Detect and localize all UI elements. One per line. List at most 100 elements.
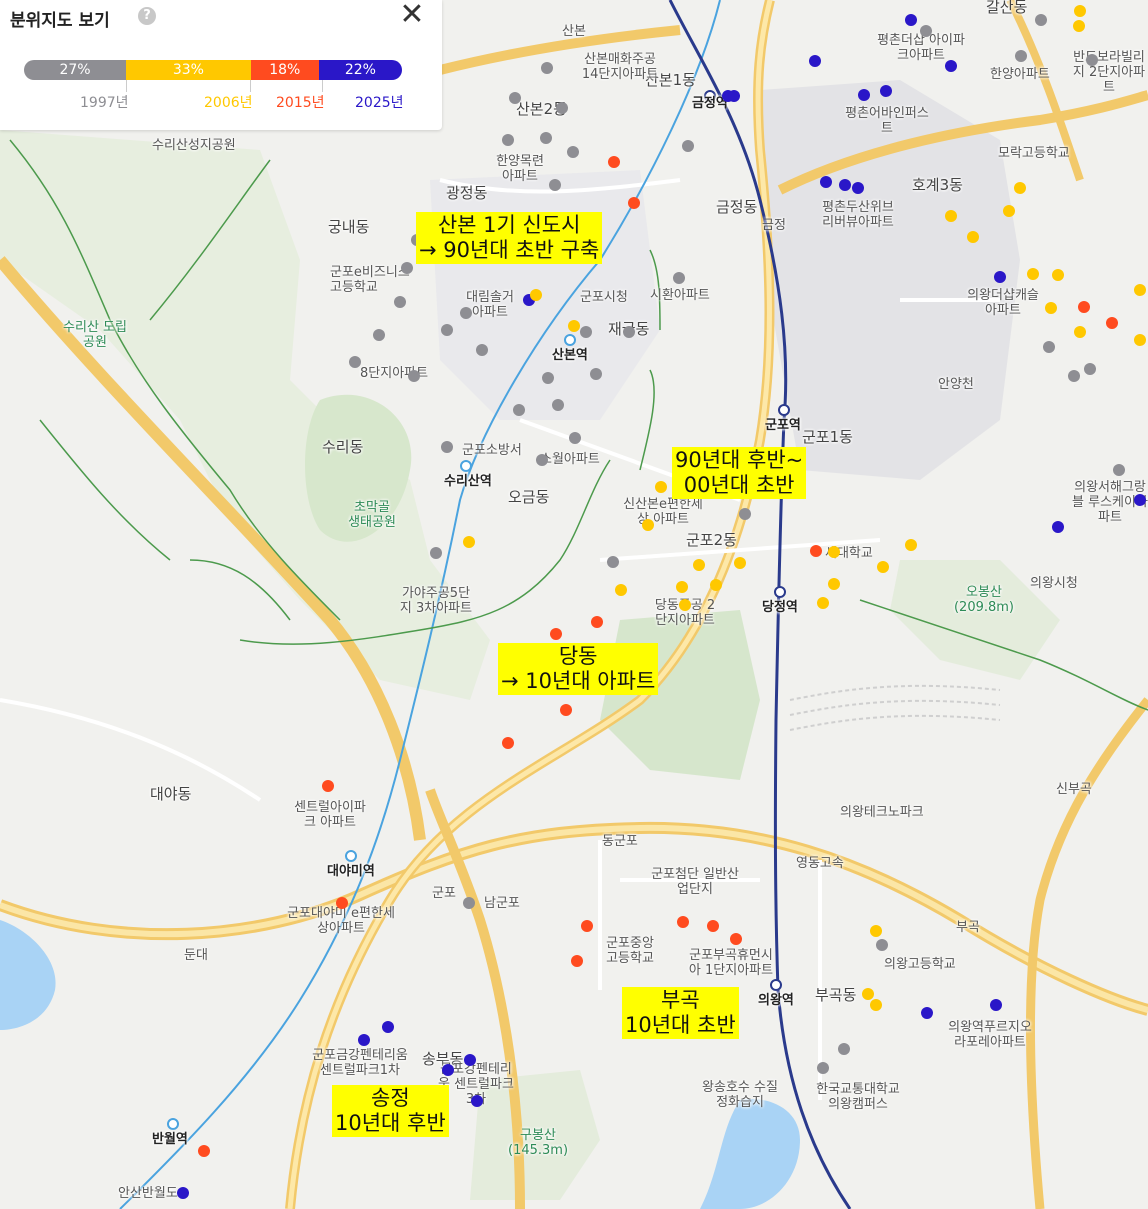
apartment-dot-gray[interactable] — [430, 547, 442, 559]
apartment-dot-yellow[interactable] — [676, 581, 688, 593]
apartment-dot-red[interactable] — [550, 628, 562, 640]
apartment-dot-yellow[interactable] — [870, 925, 882, 937]
apartment-dot-gray[interactable] — [540, 132, 552, 144]
apartment-dot-gray[interactable] — [463, 897, 475, 909]
apartment-dot-blue[interactable] — [990, 999, 1002, 1011]
apartment-dot-blue[interactable] — [921, 1007, 933, 1019]
apartment-dot-blue[interactable] — [905, 14, 917, 26]
apartment-dot-yellow[interactable] — [862, 988, 874, 1000]
apartment-dot-yellow[interactable] — [642, 519, 654, 531]
apartment-dot-red[interactable] — [677, 916, 689, 928]
apartment-dot-gray[interactable] — [673, 272, 685, 284]
apartment-dot-yellow[interactable] — [1045, 302, 1057, 314]
apartment-dot-yellow[interactable] — [615, 584, 627, 596]
apartment-dot-yellow[interactable] — [967, 231, 979, 243]
apartment-dot-gray[interactable] — [1035, 14, 1047, 26]
apartment-dot-blue[interactable] — [820, 176, 832, 188]
apartment-dot-gray[interactable] — [349, 356, 361, 368]
apartment-dot-yellow[interactable] — [945, 210, 957, 222]
apartment-dot-red[interactable] — [560, 704, 572, 716]
apartment-dot-yellow[interactable] — [1134, 334, 1146, 346]
apartment-dot-red[interactable] — [581, 920, 593, 932]
apartment-dot-gray[interactable] — [542, 372, 554, 384]
apartment-dot-red[interactable] — [628, 197, 640, 209]
apartment-dot-gray[interactable] — [1043, 341, 1055, 353]
apartment-dot-gray[interactable] — [1113, 464, 1125, 476]
apartment-dot-yellow[interactable] — [817, 597, 829, 609]
apartment-dot-gray[interactable] — [920, 25, 932, 37]
apartment-dot-yellow[interactable] — [870, 999, 882, 1011]
apartment-dot-gray[interactable] — [401, 262, 413, 274]
apartment-dot-red[interactable] — [502, 737, 514, 749]
apartment-dot-gray[interactable] — [1068, 370, 1080, 382]
apartment-dot-red[interactable] — [571, 955, 583, 967]
apartment-dot-blue[interactable] — [945, 60, 957, 72]
apartment-dot-blue[interactable] — [464, 1054, 476, 1066]
apartment-dot-yellow[interactable] — [1074, 326, 1086, 338]
apartment-dot-yellow[interactable] — [828, 578, 840, 590]
apartment-dot-yellow[interactable] — [1027, 268, 1039, 280]
apartment-dot-gray[interactable] — [509, 92, 521, 104]
apartment-dot-blue[interactable] — [852, 182, 864, 194]
apartment-dot-gray[interactable] — [1086, 54, 1098, 66]
apartment-dot-gray[interactable] — [580, 326, 592, 338]
apartment-dot-blue[interactable] — [1052, 521, 1064, 533]
apartment-dot-red[interactable] — [810, 545, 822, 557]
apartment-dot-blue[interactable] — [839, 179, 851, 191]
apartment-dot-gray[interactable] — [502, 134, 514, 146]
apartment-dot-red[interactable] — [336, 897, 348, 909]
apartment-dot-yellow[interactable] — [568, 320, 580, 332]
apartment-dot-blue[interactable] — [382, 1021, 394, 1033]
apartment-dot-yellow[interactable] — [1052, 269, 1064, 281]
apartment-dot-gray[interactable] — [838, 1043, 850, 1055]
apartment-dot-gray[interactable] — [590, 368, 602, 380]
apartment-dot-red[interactable] — [730, 933, 742, 945]
apartment-dot-red[interactable] — [608, 156, 620, 168]
apartment-dot-gray[interactable] — [567, 146, 579, 158]
apartment-dot-gray[interactable] — [536, 454, 548, 466]
close-icon[interactable]: ✕ — [396, 0, 428, 32]
apartment-dot-yellow[interactable] — [530, 289, 542, 301]
apartment-dot-yellow[interactable] — [1134, 284, 1146, 296]
apartment-dot-gray[interactable] — [623, 326, 635, 338]
apartment-dot-blue[interactable] — [728, 90, 740, 102]
apartment-dot-yellow[interactable] — [463, 536, 475, 548]
apartment-dot-yellow[interactable] — [828, 546, 840, 558]
apartment-dot-gray[interactable] — [549, 179, 561, 191]
apartment-dot-red[interactable] — [707, 920, 719, 932]
apartment-dot-gray[interactable] — [441, 441, 453, 453]
apartment-dot-gray[interactable] — [408, 370, 420, 382]
apartment-dot-yellow[interactable] — [877, 561, 889, 573]
apartment-dot-yellow[interactable] — [1074, 5, 1086, 17]
apartment-dot-red[interactable] — [198, 1145, 210, 1157]
apartment-dot-yellow[interactable] — [1003, 205, 1015, 217]
apartment-dot-yellow[interactable] — [693, 559, 705, 571]
apartment-dot-gray[interactable] — [513, 404, 525, 416]
apartment-dot-gray[interactable] — [607, 556, 619, 568]
apartment-dot-yellow[interactable] — [655, 481, 667, 493]
apartment-dot-blue[interactable] — [358, 1034, 370, 1046]
apartment-dot-gray[interactable] — [541, 62, 553, 74]
apartment-dot-gray[interactable] — [1015, 50, 1027, 62]
apartment-dot-blue[interactable] — [471, 1095, 483, 1107]
apartment-dot-gray[interactable] — [876, 939, 888, 951]
apartment-dot-gray[interactable] — [460, 307, 472, 319]
apartment-dot-yellow[interactable] — [679, 599, 691, 611]
apartment-dot-gray[interactable] — [556, 102, 568, 114]
apartment-dot-red[interactable] — [1106, 317, 1118, 329]
apartment-dot-gray[interactable] — [817, 1062, 829, 1074]
apartment-dot-gray[interactable] — [739, 508, 751, 520]
apartment-dot-red[interactable] — [1078, 301, 1090, 313]
apartment-dot-gray[interactable] — [552, 399, 564, 411]
apartment-dot-red[interactable] — [322, 780, 334, 792]
apartment-dot-gray[interactable] — [373, 329, 385, 341]
apartment-dot-blue[interactable] — [880, 85, 892, 97]
apartment-dot-gray[interactable] — [682, 140, 694, 152]
apartment-dot-red[interactable] — [591, 616, 603, 628]
apartment-dot-gray[interactable] — [476, 344, 488, 356]
apartment-dot-yellow[interactable] — [905, 539, 917, 551]
apartment-dot-gray[interactable] — [569, 432, 581, 444]
apartment-dot-gray[interactable] — [441, 324, 453, 336]
apartment-dot-yellow[interactable] — [710, 579, 722, 591]
apartment-dot-gray[interactable] — [1084, 363, 1096, 375]
